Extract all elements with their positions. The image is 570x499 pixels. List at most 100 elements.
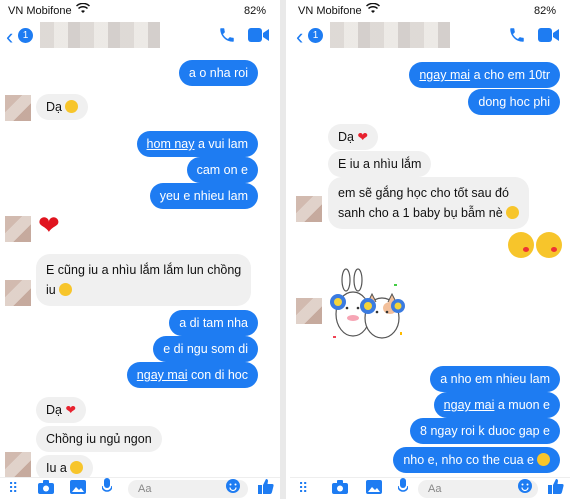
- unread-badge: 1: [308, 28, 323, 43]
- unread-badge: 1: [18, 28, 33, 43]
- message-link[interactable]: ngay mai: [419, 68, 470, 82]
- red-heart-icon: ❤: [357, 130, 368, 144]
- message-text: con di hoc: [187, 368, 248, 382]
- composer-toolbar: ⠿ Aa: [0, 477, 280, 499]
- message-text: E cũng iu a nhìu lắm lắm lun chồng: [46, 263, 242, 277]
- message-bubble[interactable]: Dạ ❤: [36, 397, 86, 423]
- contact-name-blurred[interactable]: [40, 22, 160, 48]
- emoji-icon[interactable]: [518, 479, 532, 496]
- avatar[interactable]: [5, 216, 31, 242]
- message-text: a nho em nhieu lam: [440, 372, 550, 386]
- face-blowing-kiss-icon: [508, 232, 534, 258]
- message-bubble[interactable]: E cũng iu a nhìu lắm lắm lun chồng iu: [36, 254, 252, 306]
- phone-icon[interactable]: [508, 26, 526, 49]
- video-call-icon[interactable]: [538, 27, 560, 48]
- message-bubble[interactable]: em sẽ gắng học cho tốt sau đó sanh cho a…: [328, 177, 529, 229]
- chat-header: ‹ 1: [0, 22, 280, 52]
- status-bar: VN Mobifone 82%: [290, 0, 570, 22]
- message-text: sanh cho a 1 baby bụ bẫm nè: [338, 206, 503, 220]
- message-text: E iu a nhìu lắm: [338, 157, 422, 171]
- avatar[interactable]: [5, 280, 31, 306]
- photo-icon[interactable]: [70, 480, 86, 497]
- message-text: a vui lam: [194, 137, 248, 151]
- wifi-icon: [365, 2, 381, 18]
- message-bubble[interactable]: a nho em nhieu lam: [430, 366, 560, 392]
- message-bubble[interactable]: cam on e: [186, 157, 258, 183]
- message-text: yeu e nhieu lam: [159, 189, 248, 203]
- wifi-icon: [75, 2, 91, 18]
- battery-label: 82%: [243, 5, 266, 17]
- message-text: Dạ: [46, 100, 62, 114]
- microphone-icon[interactable]: [101, 478, 113, 497]
- photo-icon[interactable]: [366, 480, 382, 497]
- message-bubble[interactable]: a di tam nha: [169, 310, 258, 336]
- message-text: Iu a: [46, 461, 67, 475]
- message-text: Dạ: [338, 130, 354, 144]
- message-bubble[interactable]: nho e, nho co the cua e: [393, 447, 560, 473]
- message-text: a muon e: [494, 398, 550, 412]
- right-chat-screenshot: VN Mobifone 82% ‹ 1 ngay mai a cho em 10…: [290, 0, 570, 499]
- face-blowing-kiss-icon: [58, 283, 72, 296]
- message-text: Dạ: [46, 403, 62, 417]
- status-bar: VN Mobifone 82%: [0, 0, 280, 22]
- message-bubble[interactable]: Dạ: [36, 94, 88, 120]
- disappointed-face-icon: [537, 453, 550, 466]
- carrier-label: VN Mobifone: [298, 5, 362, 17]
- thumbs-up-icon[interactable]: [548, 478, 564, 497]
- phone-icon[interactable]: [218, 26, 236, 49]
- face-blowing-kiss-icon: [505, 206, 519, 219]
- face-blowing-kiss-icon: [536, 232, 562, 258]
- message-link[interactable]: hom nay: [147, 137, 195, 151]
- message-bubble[interactable]: Dạ ❤: [328, 124, 378, 150]
- message-text: a cho em 10tr: [470, 68, 550, 82]
- red-heart-icon: ❤: [65, 403, 76, 417]
- grid-menu-icon[interactable]: ⠿: [8, 480, 18, 497]
- message-bubble[interactable]: ngay mai a muon e: [433, 392, 560, 418]
- back-chevron-icon[interactable]: ‹: [296, 25, 303, 49]
- chat-header: ‹ 1: [290, 22, 570, 52]
- avatar[interactable]: [5, 452, 31, 478]
- message-text: em sẽ gắng học cho tốt sau đó: [338, 186, 509, 200]
- message-text: Chồng iu ngủ ngon: [46, 432, 152, 446]
- message-link[interactable]: ngay mai: [444, 398, 495, 412]
- message-bubble[interactable]: ngay mai con di hoc: [126, 362, 258, 388]
- cheerleader-bunny-cat-sticker[interactable]: [328, 266, 406, 348]
- message-text: a o nha roi: [188, 66, 248, 80]
- smiling-face-heart-eyes-icon: [64, 100, 78, 113]
- message-text: iu: [46, 283, 56, 297]
- message-bubble[interactable]: ngay mai a cho em 10tr: [409, 62, 560, 88]
- message-bubble[interactable]: E iu a nhìu lắm: [328, 151, 432, 177]
- message-text: cam on e: [196, 163, 248, 177]
- avatar[interactable]: [5, 95, 31, 121]
- battery-label: 82%: [533, 5, 556, 17]
- microphone-icon[interactable]: [397, 478, 409, 497]
- message-text: dong hoc phi: [478, 95, 550, 109]
- message-bubble[interactable]: dong hoc phi: [468, 89, 560, 115]
- video-call-icon[interactable]: [248, 27, 270, 48]
- avatar[interactable]: [296, 298, 322, 324]
- face-blowing-kiss-icon: [69, 461, 83, 474]
- composer-toolbar: ⠿ Aa: [290, 477, 570, 499]
- message-text: e di ngu som di: [163, 342, 248, 356]
- camera-icon[interactable]: [38, 480, 54, 497]
- grid-menu-icon[interactable]: ⠿: [298, 480, 308, 497]
- emoji-icon[interactable]: [226, 479, 240, 496]
- message-link[interactable]: ngay mai: [137, 368, 188, 382]
- camera-icon[interactable]: [332, 480, 348, 497]
- contact-name-blurred[interactable]: [330, 22, 450, 48]
- message-text: nho e, nho co the cua e: [403, 453, 534, 467]
- message-bubble[interactable]: e di ngu som di: [153, 336, 258, 362]
- thumbs-up-icon[interactable]: [258, 478, 274, 497]
- message-text: a di tam nha: [179, 316, 248, 330]
- message-bubble[interactable]: a o nha roi: [178, 60, 258, 86]
- message-bubble[interactable]: Chồng iu ngủ ngon: [36, 426, 162, 452]
- avatar[interactable]: [296, 196, 322, 222]
- back-chevron-icon[interactable]: ‹: [6, 25, 13, 49]
- message-text: 8 ngay roi k duoc gap e: [420, 424, 550, 438]
- message-bubble[interactable]: yeu e nhieu lam: [149, 183, 258, 209]
- message-bubble[interactable]: 8 ngay roi k duoc gap e: [410, 418, 560, 444]
- message-bubble[interactable]: hom nay a vui lam: [136, 131, 258, 157]
- carrier-label: VN Mobifone: [8, 5, 72, 17]
- left-chat-screenshot: VN Mobifone 82% ‹ 1 a o nha roi Dạ hom n…: [0, 0, 286, 499]
- red-heart-icon: ❤: [38, 210, 60, 240]
